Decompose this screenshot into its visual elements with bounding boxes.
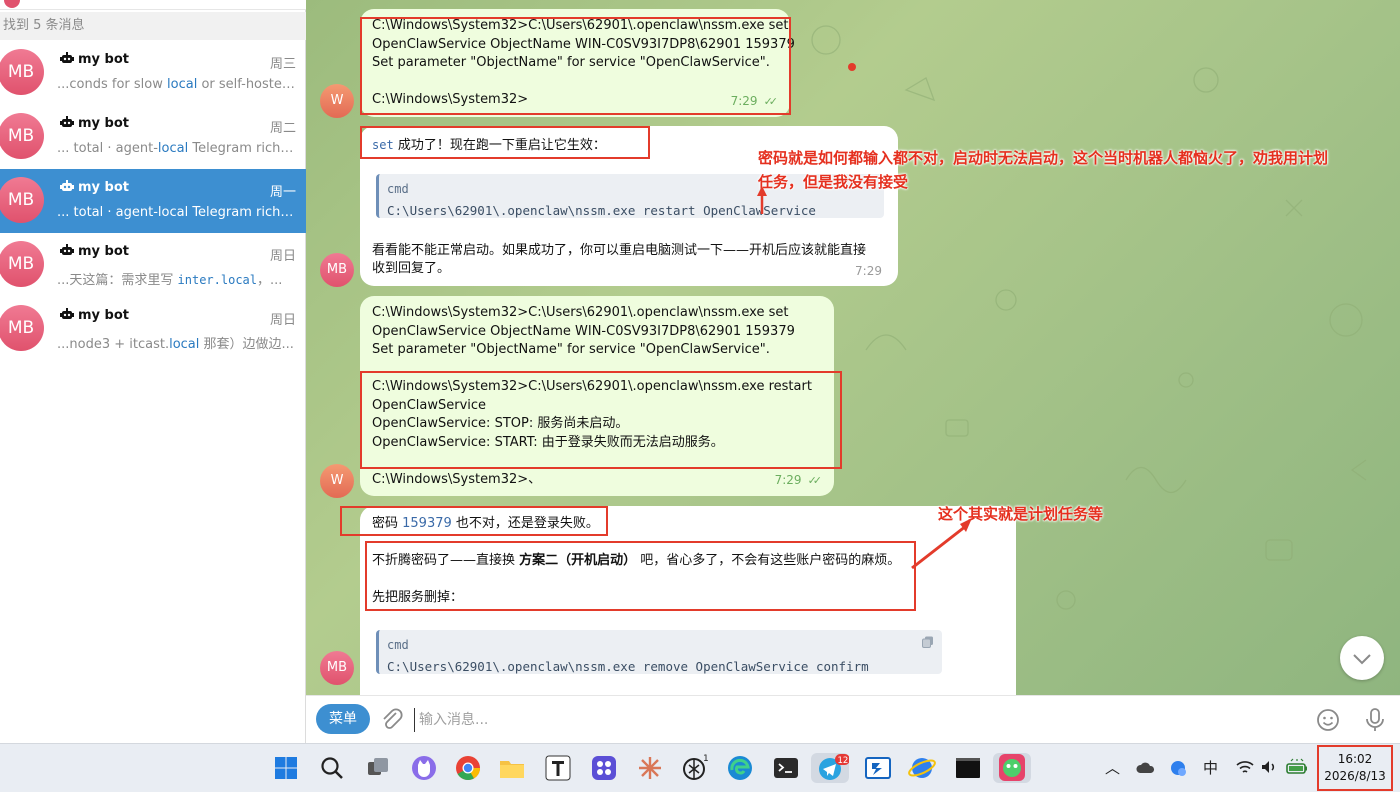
ime-indicator[interactable]: 中 [1203, 757, 1218, 778]
remote-app-icon[interactable] [863, 753, 893, 783]
window-app-icon[interactable] [953, 753, 983, 783]
chat-snippet: ... total · agent-local Telegram rich m.… [57, 205, 297, 220]
bot-icon [60, 308, 74, 319]
clock-time: 16:02 [1337, 752, 1373, 766]
telegram-taskbar-button[interactable]: 12 [811, 753, 850, 783]
chat-day: 周二 [269, 121, 296, 136]
message-history[interactable]: C:\Windows\System32>C:\Users\62901\.open… [306, 0, 1400, 695]
chat-list-sidebar: 找到 5 条消息 MB my bot 周三 ...conds for slow … [0, 0, 306, 743]
avatar: MB [0, 49, 44, 95]
windows-start-icon[interactable] [271, 753, 301, 783]
chat-day: 周一 [269, 185, 296, 200]
search-result-item[interactable]: MB my bot 周日 ...node3 + itcast.local 那套）… [0, 297, 306, 361]
chat-snippet: ... total · agent-local Telegram rich m.… [57, 141, 297, 156]
telegram-icon: 12 [819, 754, 850, 780]
svg-text:12: 12 [838, 756, 849, 766]
chat-snippet: ...天这篇：需求里写 inter.local，... [57, 273, 283, 288]
emoji-icon[interactable] [1316, 708, 1340, 732]
bot-icon [60, 244, 74, 255]
bot-icon [60, 52, 74, 63]
chat-day: 周日 [269, 313, 296, 328]
search-results-count: 找到 5 条消息 [0, 12, 306, 40]
chatgpt-icon[interactable]: 1 [679, 753, 709, 783]
chat-snippet: ...node3 + itcast.local 那套）边做边... [57, 337, 294, 352]
chat-name: my bot [78, 180, 129, 195]
avatar-partial [4, 0, 20, 8]
windows-taskbar: 1 12 ︿ 中 16:02 2026/8/13 [0, 743, 1400, 792]
file-explorer-icon[interactable] [497, 753, 527, 783]
chat-day: 周三 [269, 57, 296, 72]
chat-day: 周日 [269, 249, 296, 264]
avatar: MB [0, 241, 44, 287]
tray-expand-icon[interactable]: ︿ [1105, 757, 1120, 778]
battery-icon[interactable] [1285, 758, 1309, 776]
chat-name: my bot [78, 244, 129, 259]
annotation-arrows [757, 63, 972, 570]
paperclip-icon[interactable] [380, 707, 404, 733]
cat-app-icon[interactable] [409, 753, 439, 783]
terminal-icon[interactable] [771, 753, 801, 783]
microphone-icon[interactable] [1364, 707, 1386, 733]
typora-icon[interactable] [543, 753, 573, 783]
chat-name: my bot [78, 116, 129, 131]
browser-app-icon[interactable] [907, 753, 937, 783]
volume-icon[interactable] [1259, 758, 1279, 776]
message-input[interactable] [414, 708, 1294, 732]
wechat-taskbar-button[interactable] [993, 753, 1031, 783]
app-launcher-icon[interactable] [589, 753, 619, 783]
search-result-item-selected[interactable]: MB my bot 周一 ... total · agent-local Tel… [0, 169, 306, 233]
avatar: MB [0, 177, 44, 223]
network-app-icon[interactable] [1168, 758, 1188, 778]
app-frog-icon [999, 754, 1025, 781]
message-composer: 菜单 [306, 695, 1400, 743]
chrome-icon[interactable] [453, 753, 483, 783]
chat-snippet: ...conds for slow local or self-hosted..… [57, 77, 297, 92]
search-result-item[interactable]: MB my bot 周二 ... total · agent-local Tel… [0, 105, 306, 169]
claude-icon[interactable] [635, 753, 665, 783]
system-clock[interactable]: 16:02 2026/8/13 [1317, 745, 1393, 791]
search-result-item[interactable]: MB my bot 周日 ...天这篇：需求里写 inter.local，... [0, 233, 306, 297]
edge-icon[interactable] [725, 753, 755, 783]
scroll-down-button[interactable] [1340, 636, 1384, 680]
chevron-down-icon [1353, 654, 1371, 665]
avatar: MB [0, 113, 44, 159]
search-icon[interactable] [317, 753, 347, 783]
chat-name: my bot [78, 308, 129, 323]
onedrive-icon[interactable] [1136, 759, 1156, 777]
search-header-edge [0, 0, 306, 10]
search-result-item[interactable]: MB my bot 周三 ...conds for slow local or … [0, 41, 306, 105]
bot-icon [60, 180, 74, 191]
clock-date: 2026/8/13 [1324, 769, 1386, 783]
svg-text:1: 1 [703, 754, 709, 764]
chat-name: my bot [78, 52, 129, 67]
task-view-icon[interactable] [363, 753, 393, 783]
avatar: MB [0, 305, 44, 351]
bot-icon [60, 116, 74, 127]
wifi-icon[interactable] [1235, 758, 1255, 776]
menu-button[interactable]: 菜单 [316, 704, 370, 734]
